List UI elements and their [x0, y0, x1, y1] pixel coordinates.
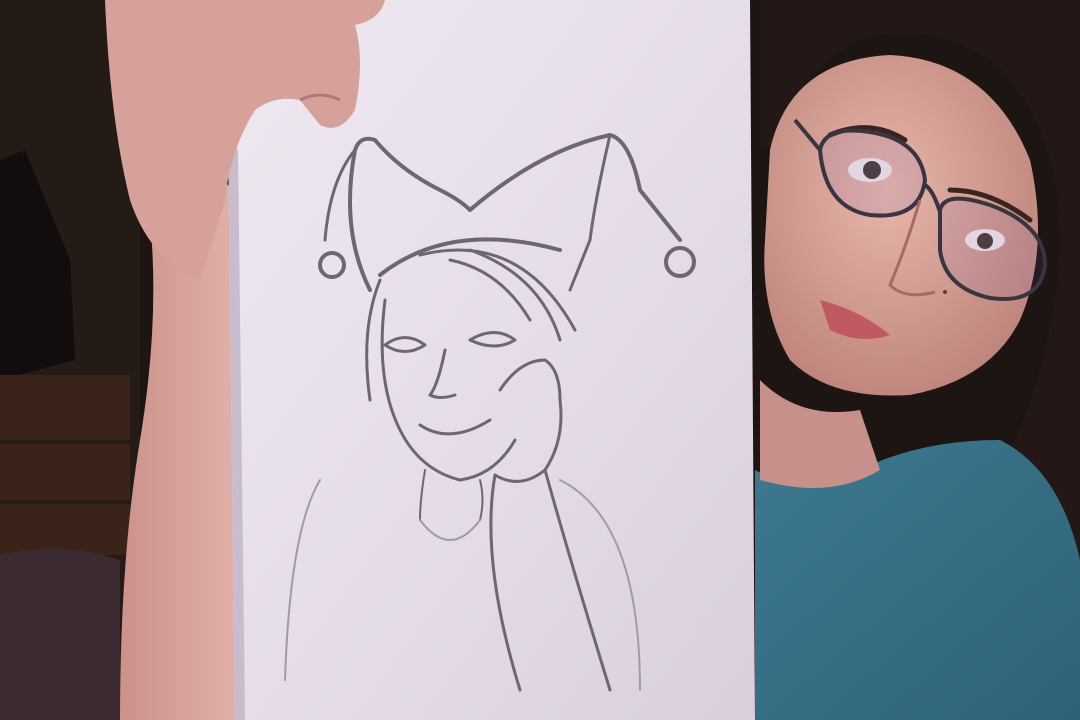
mole — [943, 290, 947, 294]
dresser-drawer-line — [0, 440, 130, 444]
bed-cushion — [0, 548, 120, 720]
webcam-photo — [0, 0, 1080, 720]
dresser-drawer-line-2 — [0, 500, 130, 504]
dresser — [0, 375, 130, 555]
photo-canvas — [0, 0, 1080, 720]
